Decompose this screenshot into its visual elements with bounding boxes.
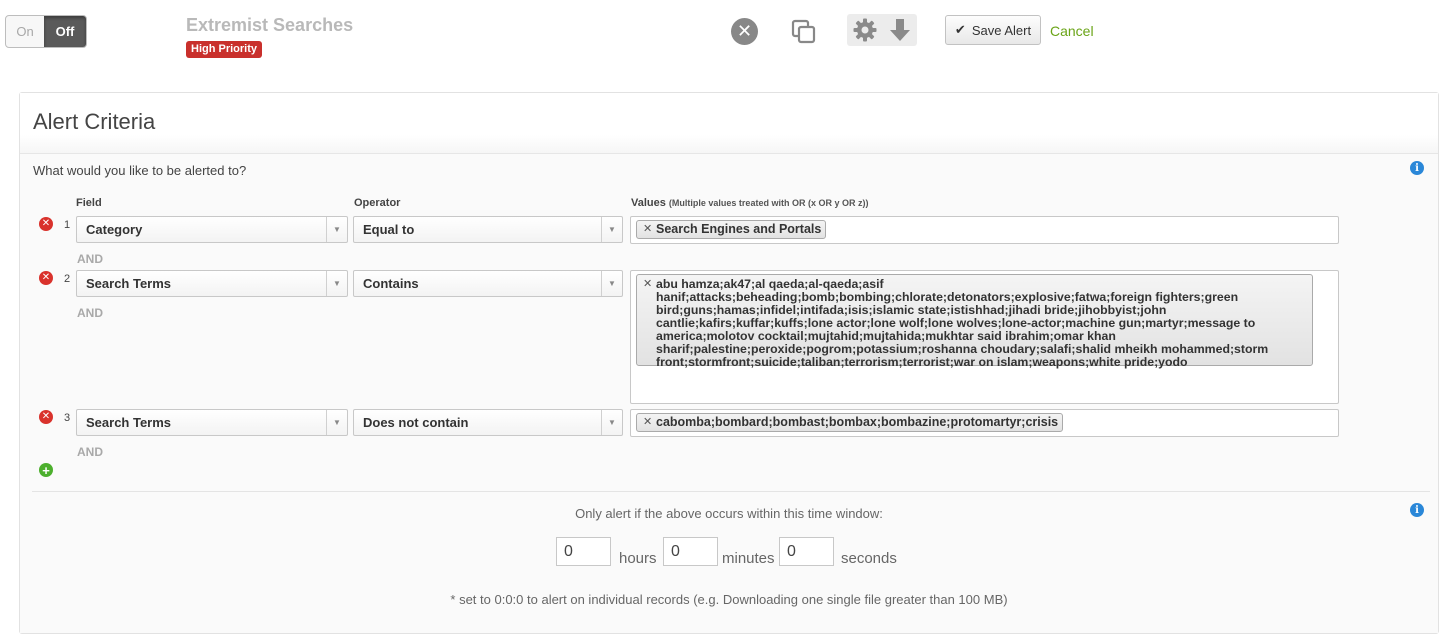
operator-select-value: Contains	[363, 276, 419, 291]
info-icon[interactable]: i	[1410, 161, 1424, 175]
hours-label: hours	[619, 550, 657, 567]
remove-row-icon[interactable]: ✕	[39, 271, 53, 285]
remove-tag-icon[interactable]: ✕	[643, 278, 652, 291]
delete-alert-icon[interactable]: ✕	[731, 18, 758, 45]
value-tag-text: cabomba;bombard;bombast;bombax;bombazine…	[656, 415, 1059, 429]
operator-column-header: Operator	[354, 197, 401, 209]
toggle-on-option[interactable]: On	[6, 16, 44, 47]
remove-tag-icon[interactable]: ✕	[643, 416, 652, 429]
value-tag: ✕ abu hamza;ak47;al qaeda;al-qaeda;asif …	[636, 274, 1313, 369]
panel-header: Alert Criteria	[20, 93, 1438, 154]
alert-title[interactable]: Extremist Searches	[186, 15, 353, 36]
chevron-down-icon: ▼	[601, 217, 622, 242]
criteria-question: What would you like to be alerted to?	[33, 163, 247, 178]
field-select-value: Category	[86, 222, 143, 237]
settings-download-group	[847, 14, 917, 46]
field-select-value: Search Terms	[86, 276, 172, 291]
seconds-input[interactable]: 0	[779, 537, 834, 566]
values-header-note: (Multiple values treated with OR (x OR y…	[668, 198, 869, 208]
priority-badge: High Priority	[186, 41, 263, 58]
remove-tag-icon[interactable]: ✕	[643, 223, 652, 236]
and-label: AND	[77, 445, 103, 459]
operator-select[interactable]: Does not contain ▼	[353, 409, 623, 436]
value-tag: ✕ cabomba;bombard;bombast;bombax;bombazi…	[636, 413, 1064, 432]
values-input[interactable]: ✕ abu hamza;ak47;al qaeda;al-qaeda;asif …	[630, 270, 1339, 404]
chevron-down-icon: ▼	[326, 271, 347, 296]
section-divider	[32, 491, 1430, 492]
values-header-label: Values	[631, 197, 666, 209]
field-select[interactable]: Search Terms ▼	[76, 409, 348, 436]
time-window-footnote: * set to 0:0:0 to alert on individual re…	[450, 592, 1008, 607]
and-label: AND	[77, 306, 103, 320]
toggle-off-option[interactable]: Off	[44, 16, 86, 47]
minutes-label: minutes	[722, 550, 775, 567]
chevron-down-icon: ▼	[601, 271, 622, 296]
save-alert-label: Save Alert	[971, 22, 1032, 38]
remove-row-icon[interactable]: ✕	[39, 410, 53, 424]
value-tag-text: Search Engines and Portals	[656, 222, 822, 236]
operator-select[interactable]: Equal to ▼	[353, 216, 623, 243]
panel-title: Alert Criteria	[33, 109, 156, 134]
and-label: AND	[77, 252, 103, 266]
chevron-down-icon: ▼	[326, 410, 347, 435]
field-select[interactable]: Search Terms ▼	[76, 270, 348, 297]
download-arrow-icon[interactable]	[882, 14, 917, 46]
field-select-value: Search Terms	[86, 415, 172, 430]
operator-select[interactable]: Contains ▼	[353, 270, 623, 297]
values-column-header: Values (Multiple values treated with OR …	[631, 197, 868, 209]
seconds-label: seconds	[841, 550, 897, 567]
cancel-link[interactable]: Cancel	[1050, 23, 1094, 39]
value-tag: ✕ Search Engines and Portals	[636, 220, 827, 239]
field-column-header: Field	[76, 197, 102, 209]
operator-select-value: Equal to	[363, 222, 415, 237]
values-input[interactable]: ✕ Search Engines and Portals	[630, 216, 1339, 244]
values-input[interactable]: ✕ cabomba;bombard;bombast;bombax;bombazi…	[630, 409, 1339, 437]
chevron-down-icon: ▼	[601, 410, 622, 435]
on-off-toggle[interactable]: On Off	[5, 15, 87, 48]
row-number: 3	[64, 412, 71, 424]
value-tag-text: abu hamza;ak47;al qaeda;al-qaeda;asif ha…	[656, 277, 1269, 369]
row-number: 1	[64, 219, 71, 231]
operator-select-value: Does not contain	[363, 415, 469, 430]
row-number: 2	[64, 273, 71, 285]
chevron-down-icon: ▼	[326, 217, 347, 242]
remove-row-icon[interactable]: ✕	[39, 217, 53, 231]
gear-icon[interactable]	[847, 14, 882, 46]
time-window-label: Only alert if the above occurs within th…	[575, 506, 883, 521]
copy-icon[interactable]	[790, 18, 818, 46]
add-row-icon[interactable]: +	[39, 463, 53, 477]
alert-criteria-panel: Alert Criteria What would you like to be…	[19, 92, 1439, 634]
field-select[interactable]: Category ▼	[76, 216, 348, 243]
minutes-input[interactable]: 0	[663, 537, 718, 566]
checkmark-icon: ✔	[954, 22, 966, 37]
panel-body: What would you like to be alerted to? i …	[20, 154, 1438, 633]
save-alert-button[interactable]: ✔ Save Alert	[945, 15, 1041, 45]
hours-input[interactable]: 0	[556, 537, 611, 566]
